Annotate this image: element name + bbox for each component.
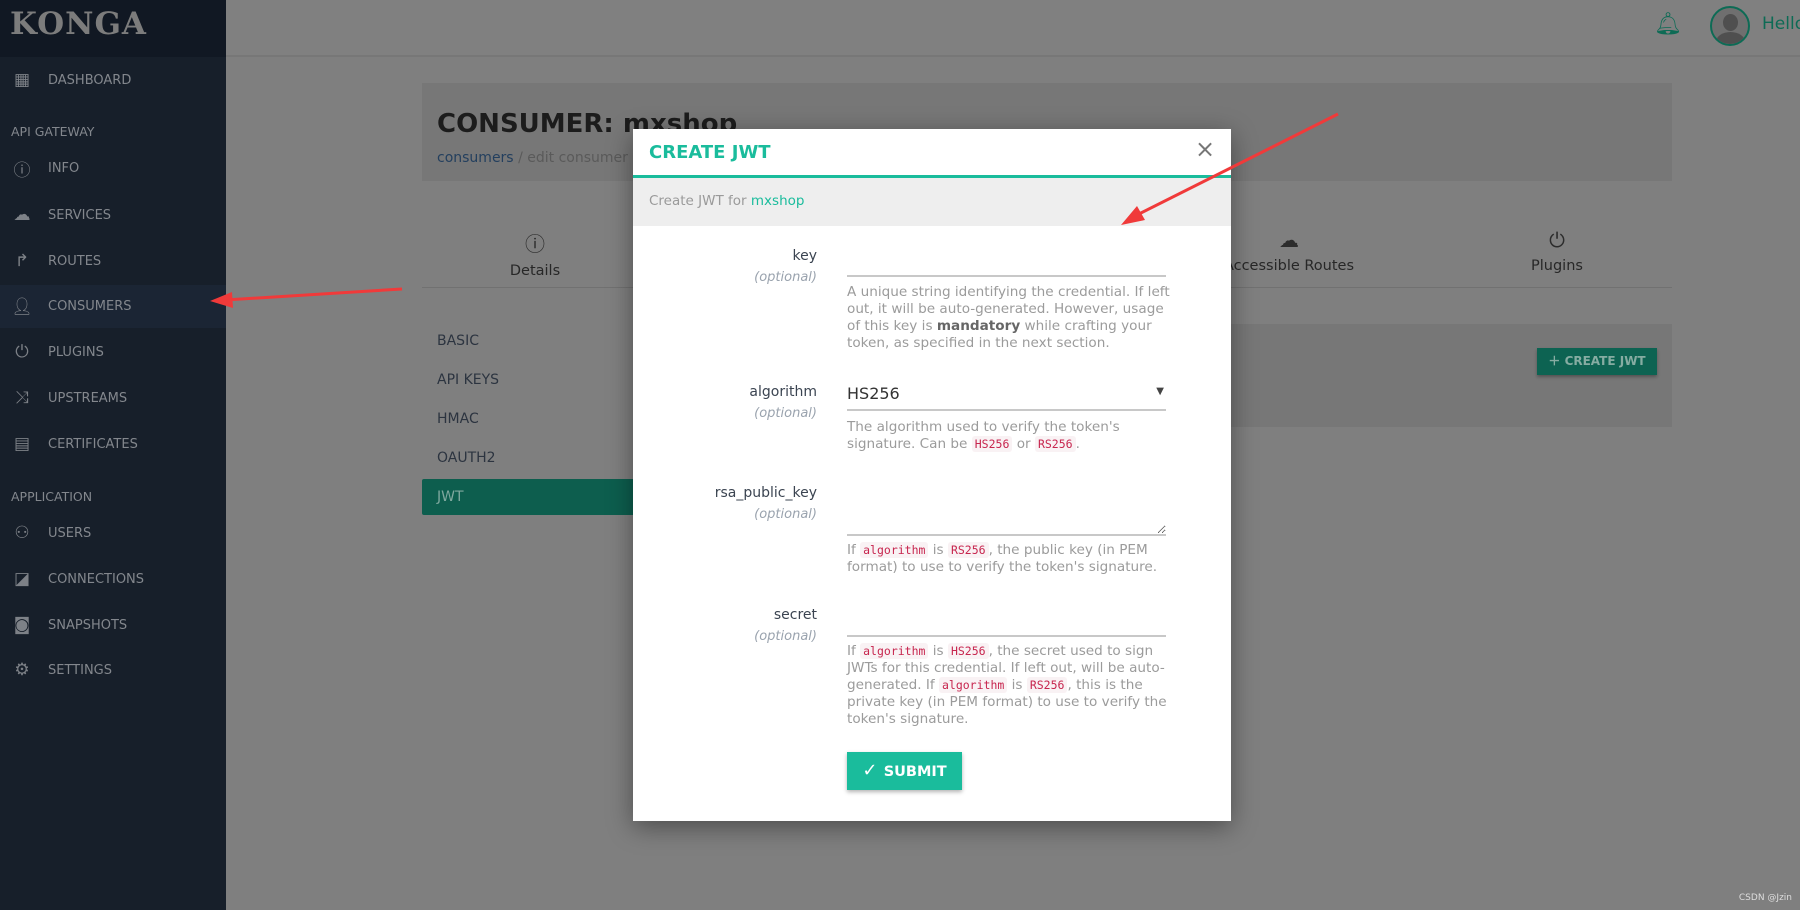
credential-jwt[interactable]: JWT [422,479,652,515]
watermark: CSDN @Jzin [1738,893,1792,903]
info-icon: ⓘ [13,160,31,181]
credential-api-keys[interactable]: API KEYS [437,372,499,388]
create-jwt-modal: CREATE JWT × Create JWT for mxshop key (… [633,129,1231,821]
tab-details[interactable]: ⓘ Details [435,228,635,279]
section-application: APPLICATION [11,489,93,504]
algorithm-select[interactable]: HS256 ▼ [847,379,1166,411]
credential-hmac[interactable]: HMAC [437,411,479,427]
sidebar-item-upstreams[interactable]: ⤨ UPSTREAMS [0,377,226,419]
plug-icon: ⏻ [1549,228,1565,252]
sidebar-item-label: USERS [48,525,92,541]
konga-logo: KONGA [0,0,226,57]
info-icon: ⓘ [525,232,545,256]
caret-down-icon: ▼ [1156,386,1164,397]
algorithm-label: algorithm [749,384,817,400]
submit-button[interactable]: ✓ SUBMIT [847,752,962,790]
key-input[interactable] [847,241,1166,277]
dashboard-icon: ▦ [13,70,31,90]
close-icon[interactable]: × [1195,135,1215,163]
rsa-public-key-textarea[interactable] [847,481,1166,536]
breadcrumb: consumers / edit consumer [437,150,628,166]
key-label: key [792,248,817,264]
sidebar: KONGA ▦ DASHBOARD API GATEWAY ⓘ INFO ☁ SERV… [0,0,226,910]
breadcrumb-current: edit consumer [527,150,628,166]
sidebar-item-info[interactable]: ⓘ INFO [0,147,226,189]
sidebar-item-users[interactable]: ⚇ USERS [0,512,226,554]
sidebar-item-certificates[interactable]: ▤ CERTIFICATES [0,423,226,465]
annotation-arrow-consumers [210,287,403,308]
optional-label: (optional) [754,629,817,644]
credential-oauth2[interactable]: OAUTH2 [437,450,496,466]
sidebar-item-label: DASHBOARD [48,72,132,88]
bell-icon[interactable]: 🔔︎ [1654,12,1682,37]
consumer-name: mxshop [750,193,805,209]
sidebar-item-label: INFO [48,160,80,176]
routes-icon: ↱ [14,251,30,271]
modal-subtitle: Create JWT for mxshop [633,178,1231,226]
cloud-icon: ☁ [13,205,31,225]
plug-icon: ⏻ [15,342,29,362]
gear-icon: ⚙ [14,660,30,680]
sidebar-item-label: CERTIFICATES [48,436,138,452]
create-jwt-button[interactable]: ＋ CREATE JWT [1537,348,1657,375]
certificate-icon: ▤ [13,434,31,454]
camera-icon: ◙ [13,615,31,635]
rsa-public-key-help: If algorithm is RS256, the public key (i… [847,542,1158,575]
sidebar-item-label: SERVICES [48,207,112,223]
sidebar-item-plugins[interactable]: ⏻ PLUGINS [0,331,226,373]
secret-help: If algorithm is HS256, the secret used t… [847,643,1167,727]
sidebar-item-snapshots[interactable]: ◙ SNAPSHOTS [0,604,226,646]
cast-icon: ◪ [13,569,31,589]
sidebar-item-label: CONNECTIONS [48,571,145,587]
sidebar-item-services[interactable]: ☁ SERVICES [0,194,226,236]
sidebar-item-label: SETTINGS [48,662,113,678]
check-icon: ✓ [862,760,884,781]
sidebar-item-label: PLUGINS [48,344,104,360]
sidebar-item-label: ROUTES [48,253,102,269]
sidebar-item-connections[interactable]: ◪ CONNECTIONS [0,558,226,600]
algorithm-help: The algorithm used to verify the token's… [847,419,1120,452]
sidebar-item-routes[interactable]: ↱ ROUTES [0,240,226,282]
top-bar: 🔔︎ Hello, [226,0,1800,57]
users-icon: ⚇ [14,523,30,543]
sidebar-item-label: UPSTREAMS [48,390,128,406]
breadcrumb-consumers[interactable]: consumers [437,150,514,166]
greeting: Hello, [1762,14,1800,34]
sidebar-item-label: SNAPSHOTS [48,617,128,633]
tab-plugins[interactable]: ⏻ Plugins [1457,228,1657,274]
optional-label: (optional) [754,406,817,421]
sidebar-item-label: CONSUMERS [48,299,132,314]
plus-icon: ＋ [1548,354,1565,368]
credential-basic[interactable]: BASIC [437,333,479,349]
optional-label: (optional) [754,507,817,522]
key-help: A unique string identifying the credenti… [847,284,1170,351]
rsa-public-key-label: rsa_public_key [714,485,817,501]
sidebar-item-settings[interactable]: ⚙ SETTINGS [0,649,226,691]
secret-input[interactable] [847,601,1166,637]
modal-header: CREATE JWT × [633,129,1231,178]
avatar[interactable] [1710,6,1750,46]
user-icon: 👤︎ [11,296,33,317]
section-api-gateway: API GATEWAY [11,124,95,139]
shuffle-icon: ⤨ [15,388,29,408]
secret-label: secret [773,607,817,623]
sidebar-item-dashboard[interactable]: ▦ DASHBOARD [0,59,226,101]
modal-title: CREATE JWT [649,142,771,163]
optional-label: (optional) [754,270,817,285]
sidebar-item-consumers[interactable]: 👤︎ CONSUMERS [0,285,226,328]
